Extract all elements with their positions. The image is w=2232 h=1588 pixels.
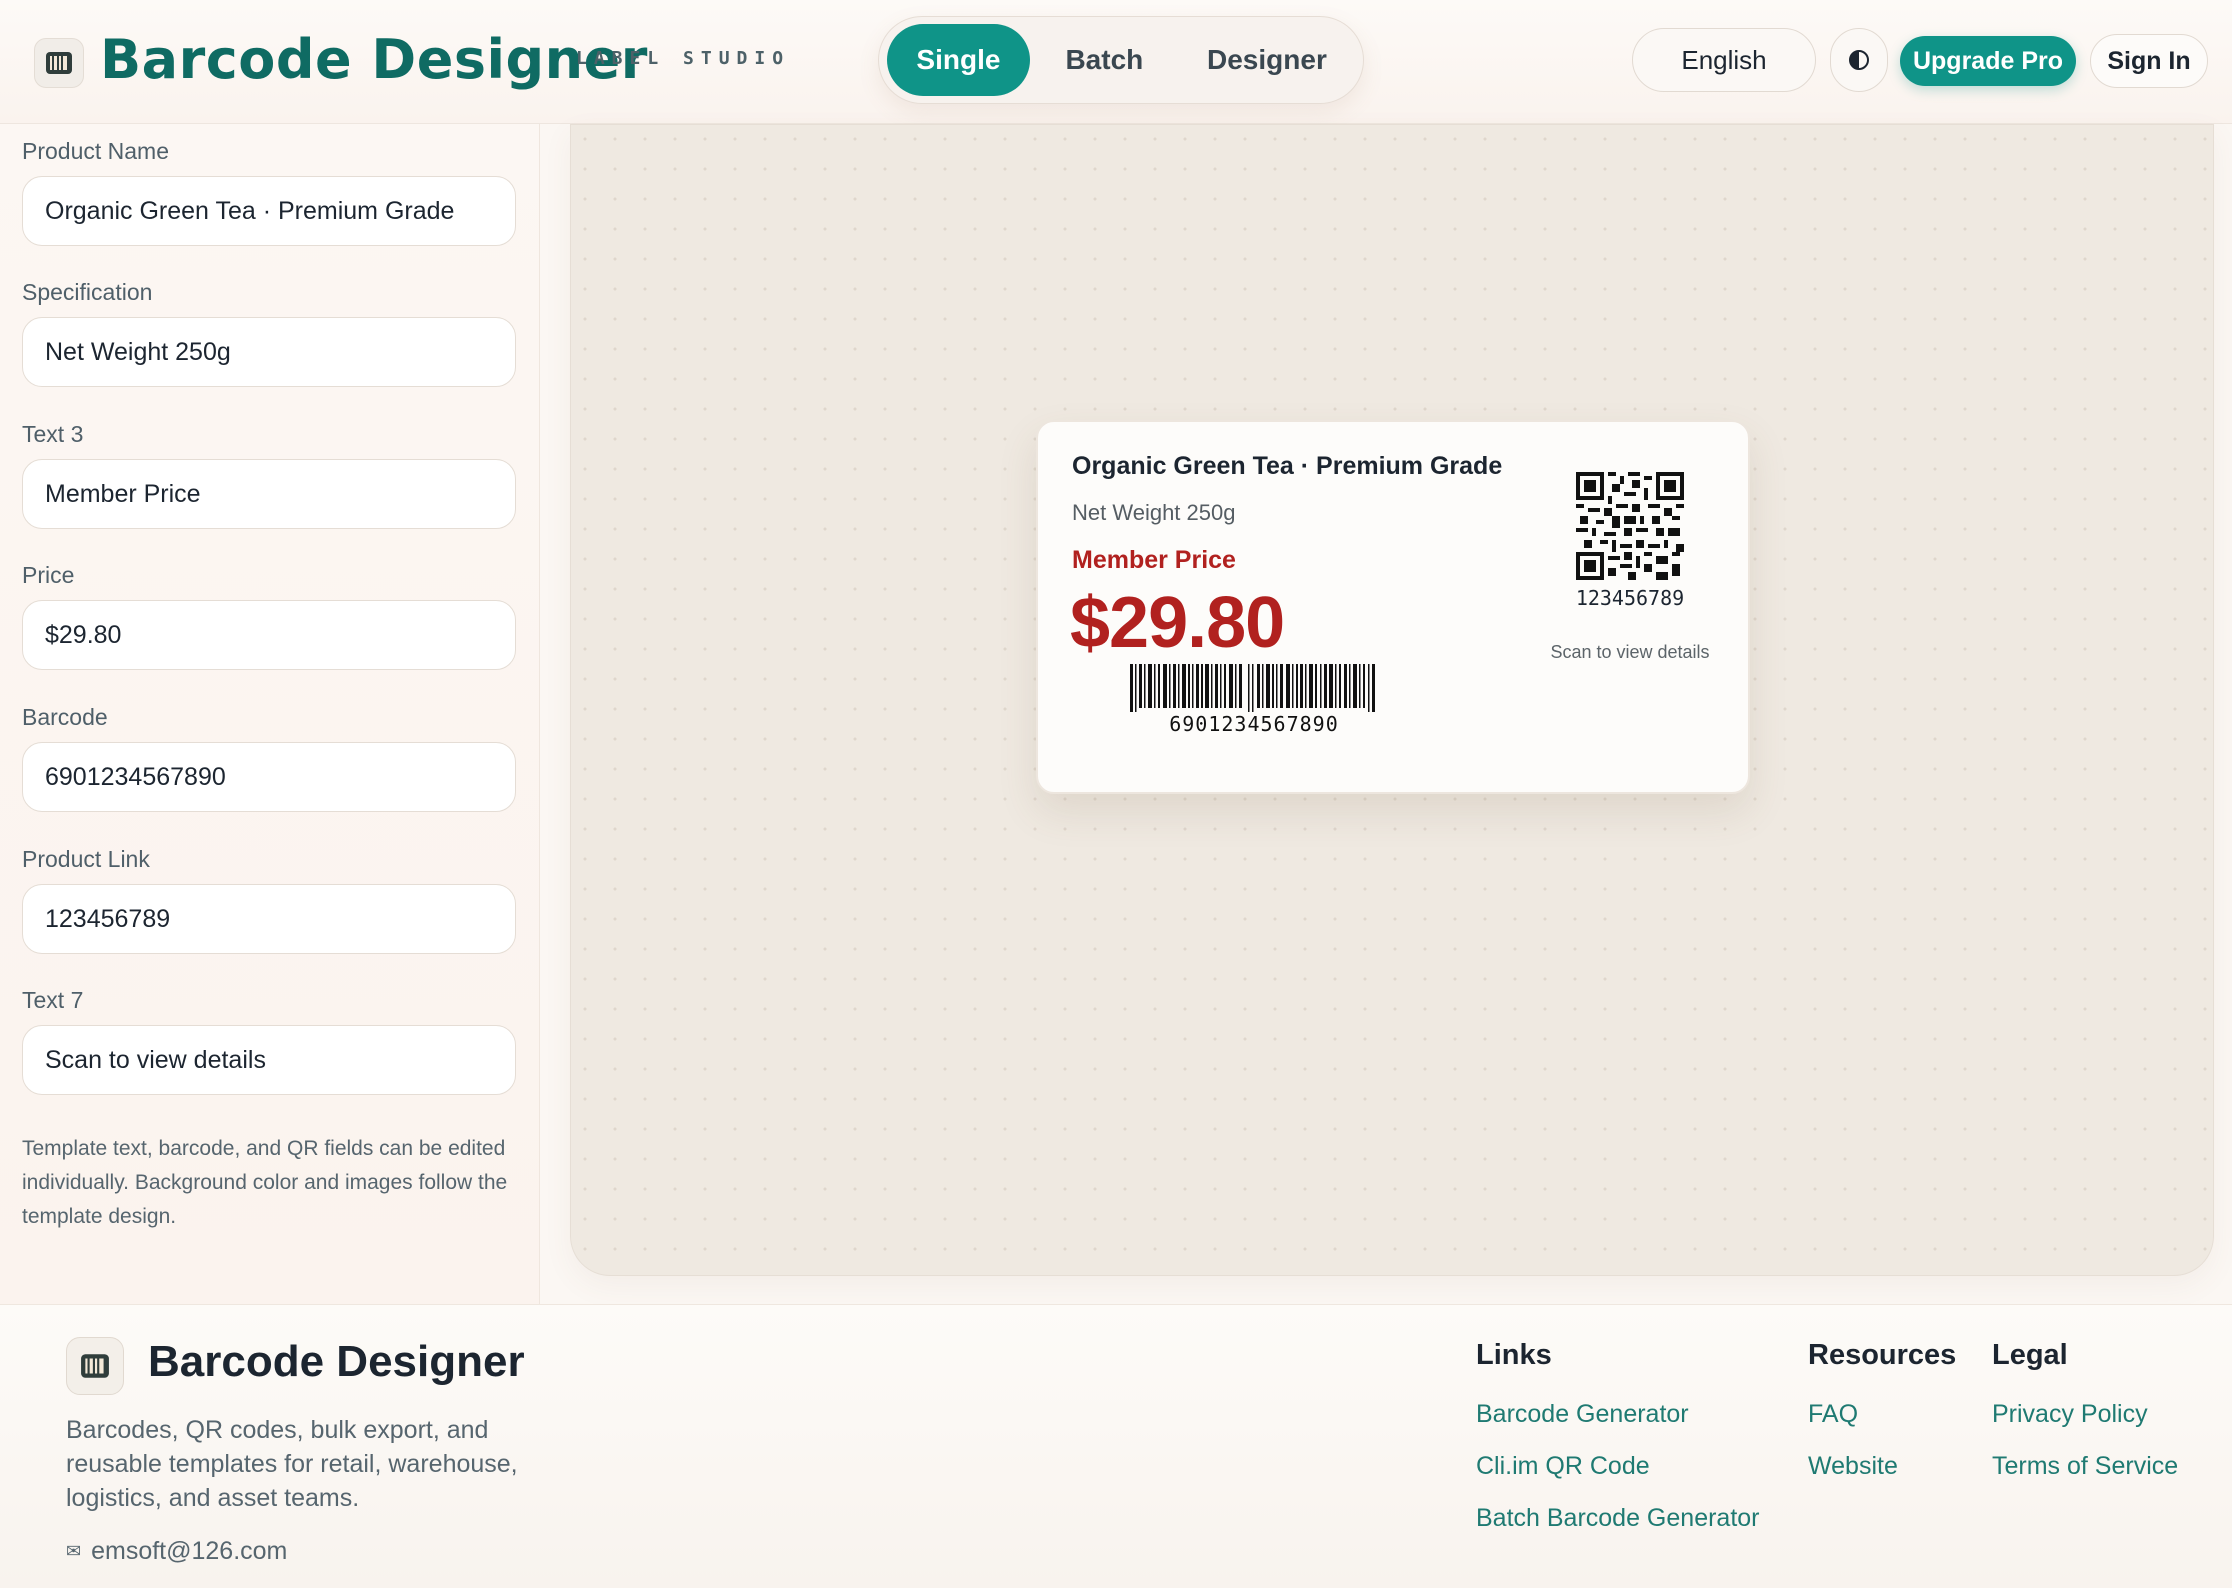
footer-links-column: Links Barcode Generator Cli.im QR Code B…: [1476, 1339, 1760, 1537]
field-label: Text 3: [22, 421, 84, 447]
footer-description: Barcodes, QR codes, bulk export, and reu…: [66, 1416, 518, 1512]
label-price: $29.80: [1070, 583, 1285, 663]
price-input[interactable]: $29.80: [22, 600, 516, 670]
brand-subtitle: LABEL STUDIO: [576, 48, 791, 69]
theme-toggle-button[interactable]: [1830, 28, 1888, 92]
site-footer: Barcode Designer Barcodes, QR codes, bul…: [0, 1304, 2232, 1588]
label-preview[interactable]: Organic Green Tea · Premium Grade Net We…: [1036, 420, 1750, 794]
barcode-input[interactable]: 6901234567890: [22, 742, 516, 812]
field-label: Specification: [22, 279, 153, 305]
qr-code-image: [1576, 472, 1684, 580]
label-scan-text: Scan to view details: [1550, 642, 1710, 662]
label-fields-panel: Product Name Organic Green Tea · Premium…: [0, 124, 540, 1304]
label-product-name: Organic Green Tea · Premium Grade: [1072, 452, 1503, 480]
barcode-logo-icon[interactable]: [34, 38, 84, 88]
tab-single[interactable]: Single: [887, 24, 1030, 96]
footer-link-website[interactable]: Website: [1808, 1447, 1956, 1485]
footer-column-heading: Legal: [1992, 1339, 2068, 1371]
qr-code-number: 123456789: [1575, 586, 1685, 610]
tab-designer[interactable]: Designer: [1179, 24, 1355, 96]
tab-batch[interactable]: Batch: [1036, 24, 1173, 96]
brand-title[interactable]: Barcode Designer: [100, 28, 648, 91]
field-price: Price $29.80: [22, 562, 516, 670]
barcode-number: 6901234567890: [1169, 712, 1339, 736]
field-label: Text 7: [22, 987, 84, 1013]
text7-input[interactable]: Scan to view details: [22, 1025, 516, 1095]
footer-legal-column: Legal Privacy Policy Terms of Service: [1992, 1339, 2178, 1485]
field-product-link: Product Link 123456789: [22, 846, 516, 954]
field-barcode: Barcode 6901234567890: [22, 704, 516, 812]
contrast-icon: [1849, 50, 1869, 70]
footer-link-batch-barcode-generator[interactable]: Batch Barcode Generator: [1476, 1499, 1760, 1537]
field-label: Product Name: [22, 138, 170, 164]
mode-tabs: Single Batch Designer: [878, 16, 1364, 104]
field-text3: Text 3 Member Price: [22, 421, 516, 529]
barcode-image: [1130, 664, 1375, 712]
envelope-icon: ✉: [66, 1541, 82, 1561]
field-label: Barcode: [22, 704, 108, 730]
field-label: Product Link: [22, 846, 150, 872]
footer-column-heading: Links: [1476, 1339, 1552, 1371]
upgrade-pro-button[interactable]: Upgrade Pro: [1900, 36, 2076, 86]
text3-input[interactable]: Member Price: [22, 459, 516, 529]
field-product-name: Product Name Organic Green Tea · Premium…: [22, 138, 516, 246]
footer-title: Barcode Designer: [148, 1337, 525, 1386]
field-label: Price: [22, 562, 75, 588]
footer-resources-column: Resources FAQ Website: [1808, 1339, 1956, 1485]
app-header: Barcode Designer LABEL STUDIO Single Bat…: [0, 0, 2232, 124]
sign-in-button[interactable]: Sign In: [2090, 34, 2208, 88]
field-text7: Text 7 Scan to view details: [22, 987, 516, 1095]
help-text: Template text, barcode, and QR fields ca…: [22, 1137, 508, 1228]
barcode-logo-icon: [66, 1337, 124, 1395]
footer-link-cli-qr-code[interactable]: Cli.im QR Code: [1476, 1447, 1760, 1485]
label-specification: Net Weight 250g: [1072, 500, 1236, 525]
footer-link-barcode-generator[interactable]: Barcode Generator: [1476, 1395, 1760, 1433]
footer-link-faq[interactable]: FAQ: [1808, 1395, 1956, 1433]
language-select[interactable]: English: [1632, 28, 1816, 92]
specification-input[interactable]: Net Weight 250g: [22, 317, 516, 387]
product-link-input[interactable]: 123456789: [22, 884, 516, 954]
product-name-input[interactable]: Organic Green Tea · Premium Grade: [22, 176, 516, 246]
footer-column-heading: Resources: [1808, 1339, 1957, 1371]
footer-link-privacy-policy[interactable]: Privacy Policy: [1992, 1395, 2178, 1433]
footer-email[interactable]: ✉ emsoft@126.com: [66, 1537, 287, 1566]
email-text: emsoft@126.com: [91, 1537, 288, 1565]
label-member-price-text: Member Price: [1072, 546, 1236, 574]
field-specification: Specification Net Weight 250g: [22, 279, 516, 387]
footer-link-terms-of-service[interactable]: Terms of Service: [1992, 1447, 2178, 1485]
